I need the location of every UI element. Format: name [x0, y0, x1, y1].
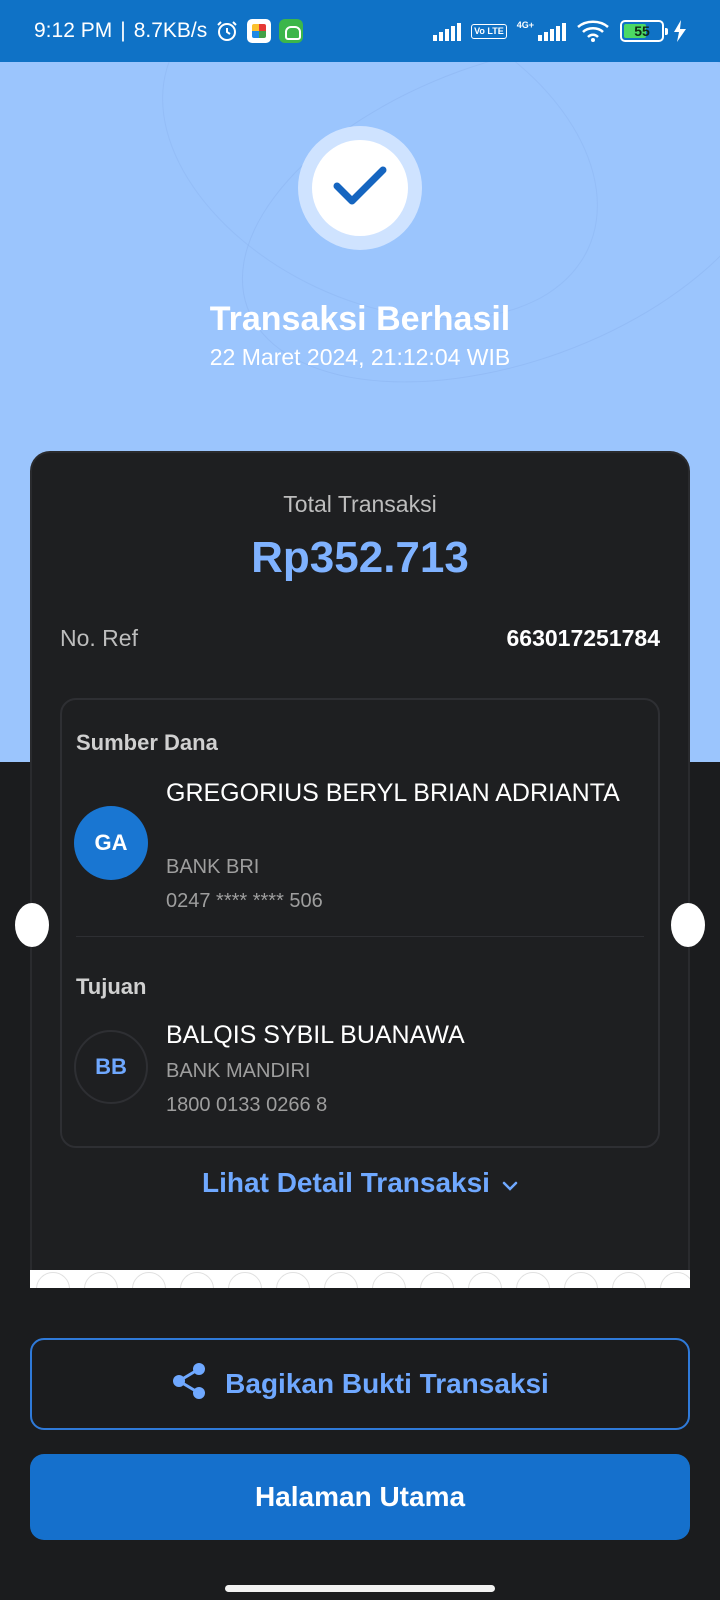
signal-icon: [433, 21, 462, 41]
battery-icon: 55: [620, 20, 668, 42]
receipt-perforation: [30, 1270, 690, 1288]
share-icon: [171, 1362, 207, 1407]
chevron-down-icon: [502, 1167, 518, 1199]
destination-bank: BANK MANDIRI: [166, 1060, 311, 1082]
share-button-label: Bagikan Bukti Transaksi: [225, 1368, 549, 1399]
alarm-icon: [215, 19, 239, 43]
home-button[interactable]: Halaman Utama: [30, 1454, 690, 1540]
charging-icon: [674, 20, 686, 42]
volte-icon: Vo LTE: [471, 23, 507, 39]
source-account: 0247 **** **** 506: [166, 890, 323, 912]
share-receipt-button[interactable]: Bagikan Bukti Transaksi: [30, 1338, 690, 1430]
total-label: Total Transaksi: [283, 491, 437, 517]
parties-box: Sumber Dana GA GREGORIUS BERYL BRIAN ADR…: [60, 698, 660, 1148]
receipt-card: Total Transaksi Rp352.713 No. Ref 663017…: [15, 451, 705, 1287]
divider: [76, 936, 644, 937]
destination-account: 1800 0133 0266 8: [166, 1094, 328, 1116]
page-title: Transaksi Berhasil: [209, 300, 511, 338]
ref-label: No. Ref: [60, 625, 138, 651]
check-icon: [331, 164, 389, 213]
destination-section-title: Tujuan: [76, 974, 147, 999]
home-indicator[interactable]: [225, 1585, 495, 1592]
avatar: BB: [74, 1030, 148, 1104]
ref-number: 663017251784: [506, 625, 661, 651]
app-icon: [247, 19, 272, 43]
success-badge: [298, 126, 422, 250]
source-section-title: Sumber Dana: [76, 730, 218, 755]
source-name: GREGORIUS BERYL BRIAN ADRIANTA: [166, 779, 620, 807]
source-bank: BANK BRI: [166, 856, 260, 878]
wifi-icon: [576, 19, 610, 43]
status-time: 9:12 PM: [34, 19, 113, 42]
status-bar: 9:12 PM | 8.7KB/s Vo LTE 4G+ 55: [0, 0, 720, 62]
network-speed: 8.7KB/s: [133, 19, 208, 42]
app-icon: [279, 19, 304, 43]
view-details-label: Lihat Detail Transaksi: [202, 1167, 490, 1198]
battery-level: 55: [634, 23, 650, 39]
network-type: 4G+: [516, 20, 534, 30]
destination-name: BALQIS SYBIL BUANAWA: [166, 1021, 465, 1049]
home-button-label: Halaman Utama: [254, 1481, 466, 1512]
view-details-link[interactable]: Lihat Detail Transaksi: [32, 1167, 688, 1199]
transaction-datetime: 22 Maret 2024, 21:12:04 WIB: [209, 344, 511, 370]
total-amount: Rp352.713: [251, 533, 469, 582]
signal-icon: [538, 21, 566, 41]
avatar: GA: [74, 806, 148, 880]
